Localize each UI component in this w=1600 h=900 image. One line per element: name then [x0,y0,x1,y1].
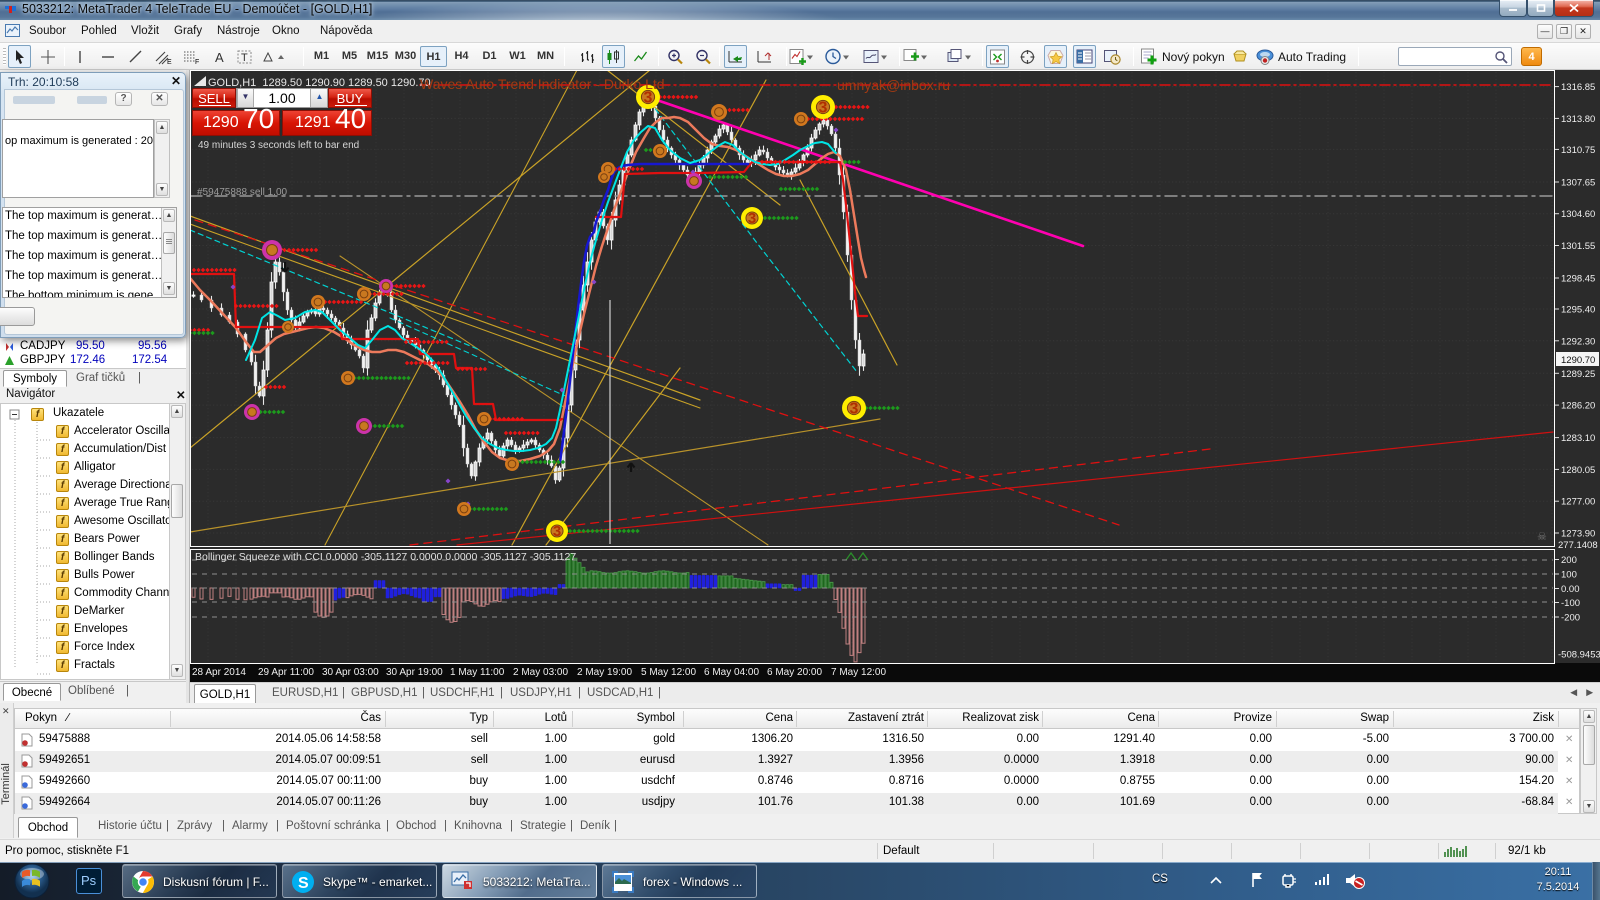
svg-text:6 May 04:00: 6 May 04:00 [704,667,759,678]
svg-text:1304.60: 1304.60 [1561,209,1595,220]
svg-text:3: 3 [748,210,756,227]
svg-text:-100: -100 [1561,598,1580,609]
svg-text:2 May 19:00: 2 May 19:00 [577,667,632,678]
svg-text:1286.20: 1286.20 [1561,401,1595,412]
svg-text:☠: ☠ [1537,531,1547,543]
svg-text:Bollinger Squeeze with CCI 0.0: Bollinger Squeeze with CCI 0.0000 -305.1… [195,551,576,563]
svg-text:-508.9453: -508.9453 [1558,650,1600,661]
svg-text:1298.45: 1298.45 [1561,274,1595,285]
svg-text:Waves Auto Trend Indicator - D: Waves Auto Trend Indicator - Durko Ltd [420,76,665,92]
svg-text:3: 3 [850,400,859,417]
svg-text:29 Apr 11:00: 29 Apr 11:00 [258,667,314,678]
svg-text:1 May 11:00: 1 May 11:00 [450,667,505,678]
svg-text:3: 3 [819,99,828,116]
svg-text:1292.30: 1292.30 [1561,336,1595,347]
svg-text:umnyak@inbox.ru: umnyak@inbox.ru [837,77,950,93]
svg-text:F: F [195,59,199,65]
svg-text:28 Apr 2014: 28 Apr 2014 [192,667,246,678]
svg-text:30 Apr 03:00: 30 Apr 03:00 [322,667,379,678]
svg-text:1301.55: 1301.55 [1561,241,1595,252]
svg-text:1289.25: 1289.25 [1561,369,1595,380]
svg-text:S: S [298,875,309,892]
svg-text:30 Apr 19:00: 30 Apr 19:00 [386,667,443,678]
svg-text:-200: -200 [1561,613,1580,624]
svg-text:T: T [241,52,248,64]
svg-text:2 May 03:00: 2 May 03:00 [513,667,568,678]
svg-text:1283.10: 1283.10 [1561,433,1595,444]
svg-text:6 May 20:00: 6 May 20:00 [767,667,822,678]
svg-text:7 May 12:00: 7 May 12:00 [831,667,886,678]
svg-text:277.1408: 277.1408 [1558,540,1598,551]
svg-text:3: 3 [553,523,561,540]
svg-text:1277.00: 1277.00 [1561,497,1595,508]
svg-text:1273.90: 1273.90 [1561,529,1595,540]
svg-text:1290.70: 1290.70 [1561,355,1595,366]
svg-text:#59475888 sell 1.00: #59475888 sell 1.00 [197,187,288,198]
svg-text:1313.80: 1313.80 [1561,114,1595,125]
svg-text:1316.85: 1316.85 [1561,82,1595,93]
svg-text:1310.75: 1310.75 [1561,145,1595,156]
svg-text:A: A [215,50,224,65]
svg-text:0.00: 0.00 [1561,584,1580,595]
svg-text:200: 200 [1561,555,1577,566]
svg-text:1307.65: 1307.65 [1561,178,1595,189]
svg-text:100: 100 [1561,570,1577,581]
svg-text:5 May 12:00: 5 May 12:00 [641,667,696,678]
svg-text:1295.40: 1295.40 [1561,305,1595,316]
svg-text:E: E [167,59,172,65]
svg-text:1280.05: 1280.05 [1561,465,1595,476]
